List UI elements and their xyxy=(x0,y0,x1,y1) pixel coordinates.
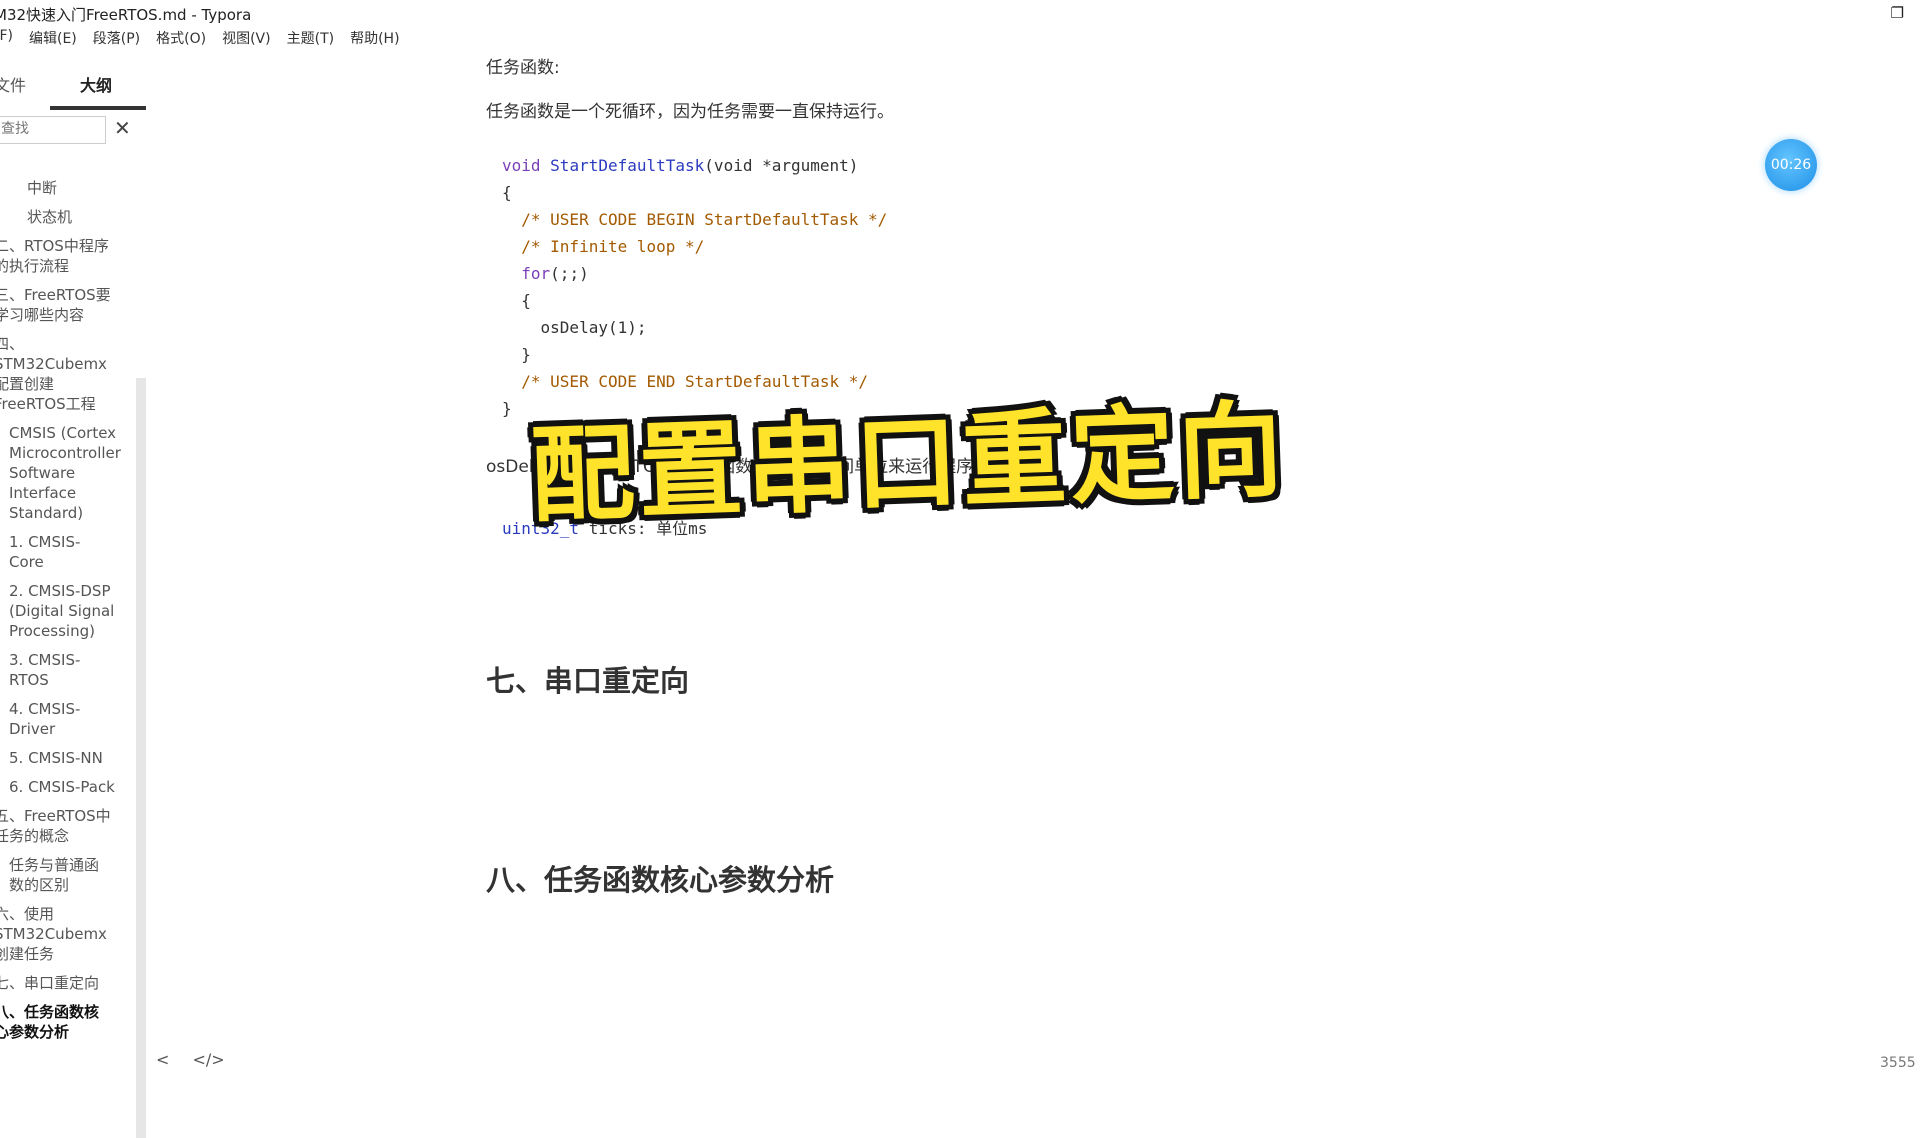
menu-paragraph[interactable]: 段落(P) xyxy=(93,28,140,52)
outline-item[interactable]: 七、串口重定向 xyxy=(0,973,138,993)
paragraph: 任务函数是一个死循环，因为任务需要一直保持运行。 xyxy=(486,102,894,122)
outline-search-box[interactable] xyxy=(0,116,106,144)
close-icon[interactable]: ✕ xyxy=(114,116,131,140)
code-text: (;;) xyxy=(550,264,589,283)
heading-task-params: 八、任务函数核心参数分析 xyxy=(486,863,835,897)
code-line: for(;;) xyxy=(502,260,1386,287)
code-keyword: void xyxy=(502,156,541,175)
tab-outline[interactable]: 大纲 xyxy=(80,72,112,96)
menu-theme[interactable]: 主题(T) xyxy=(287,28,334,52)
outline-item[interactable]: 6. CMSIS-Pack xyxy=(0,777,138,797)
code-function: StartDefaultTask xyxy=(550,156,705,175)
outline-item[interactable]: 3. CMSIS- RTOS xyxy=(0,650,138,690)
sidebar-scrollbar[interactable] xyxy=(136,378,146,1138)
paragraph: 任务函数: xyxy=(486,58,560,78)
code-keyword: for xyxy=(502,264,551,283)
menu-bar: (F) 编辑(E) 段落(P) 格式(O) 视图(V) 主题(T) 帮助(H) xyxy=(0,28,416,52)
code-line: } xyxy=(502,345,531,364)
outline-item[interactable]: 二、RTOS中程序 的执行流程 xyxy=(0,236,138,276)
active-tab-indicator xyxy=(50,106,146,110)
outline-item[interactable]: 中断 xyxy=(0,178,138,198)
outline-item[interactable]: 4. CMSIS- Driver xyxy=(0,699,138,739)
outline-list: 中断 状态机 二、RTOS中程序 的执行流程 三、FreeRTOS要 学习哪些内… xyxy=(0,178,138,1051)
sidebar-footer: < </> xyxy=(156,1050,243,1069)
menu-format[interactable]: 格式(O) xyxy=(156,28,206,52)
outline-item[interactable]: 六、使用 STM32Cubemx 创建任务 xyxy=(0,904,138,964)
word-count[interactable]: 3555 词 xyxy=(1880,1052,1920,1072)
outline-item[interactable]: CMSIS (Cortex Microcontroller Software I… xyxy=(0,423,138,523)
outline-item[interactable]: 三、FreeRTOS要 学习哪些内容 xyxy=(0,285,138,325)
source-code-icon[interactable]: </> xyxy=(193,1050,225,1069)
outline-search-input[interactable] xyxy=(0,117,105,141)
menu-help[interactable]: 帮助(H) xyxy=(350,28,399,52)
outline-item-active[interactable]: 八、任务函数核 心参数分析 xyxy=(0,1002,138,1042)
menu-view[interactable]: 视图(V) xyxy=(222,28,271,52)
heading-serial-redirect: 七、串口重定向 xyxy=(486,664,690,698)
code-text: (void *argument) xyxy=(704,156,859,175)
code-comment: /* USER CODE BEGIN StartDefaultTask */ xyxy=(502,210,888,229)
restore-window-icon[interactable]: ❐ xyxy=(1891,4,1904,22)
outline-item[interactable]: 状态机 xyxy=(0,207,138,227)
outline-item[interactable]: 1. CMSIS- Core xyxy=(0,532,138,572)
code-line: void StartDefaultTask(void *argument) xyxy=(502,152,1386,179)
tab-files[interactable]: 文件 xyxy=(0,72,26,96)
video-caption-overlay: 配置串口重定向 xyxy=(528,387,1289,538)
sidebar: 文件 大纲 ✕ 中断 状态机 二、RTOS中程序 的执行流程 三、FreeRTO… xyxy=(0,58,146,1138)
code-comment: /* Infinite loop */ xyxy=(502,237,705,256)
outline-item[interactable]: 2. CMSIS-DSP (Digital Signal Processing) xyxy=(0,581,138,641)
menu-file[interactable]: (F) xyxy=(0,28,13,52)
outline-item[interactable]: 5. CMSIS-NN xyxy=(0,748,138,768)
outline-item[interactable]: 四、 STM32Cubemx 配置创建 FreeRTOS工程 xyxy=(0,334,138,414)
code-line: { xyxy=(502,291,531,310)
chevron-left-icon[interactable]: < xyxy=(156,1050,169,1069)
title-bar: M32快速入门FreeRTOS.md - Typora ❐ xyxy=(0,0,1920,26)
code-line: { xyxy=(502,183,512,202)
outline-item[interactable]: 五、FreeRTOS中 任务的概念 xyxy=(0,806,138,846)
menu-edit[interactable]: 编辑(E) xyxy=(29,28,77,52)
code-line: osDelay(1); xyxy=(502,318,647,337)
sidebar-tabs: 文件 大纲 xyxy=(0,68,146,110)
recording-timer[interactable]: 00:26 xyxy=(1765,139,1817,191)
window-title: M32快速入门FreeRTOS.md - Typora xyxy=(0,6,252,24)
outline-item[interactable]: 任务与普通函 数的区别 xyxy=(0,855,138,895)
